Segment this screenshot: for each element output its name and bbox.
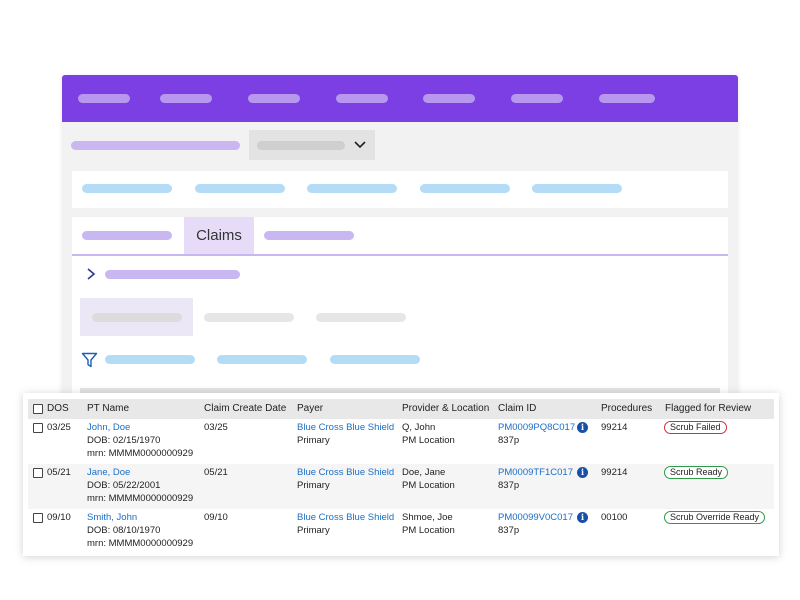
header-flagged-for-review[interactable]: Flagged for Review <box>665 399 751 419</box>
patient-name-link[interactable]: Jane, Doe <box>87 466 130 479</box>
payer-link[interactable]: Blue Cross Blue Shield <box>297 511 394 524</box>
filter-placeholder[interactable] <box>307 184 397 193</box>
payer-type: Primary <box>297 525 330 536</box>
patient-dob: DOB: 08/10/1970 <box>87 525 161 536</box>
tab-underline <box>72 254 728 256</box>
provider-name: Q, John <box>402 422 436 433</box>
filter-chip-placeholder[interactable] <box>217 355 307 364</box>
claim-create-date: 09/10 <box>204 512 228 523</box>
select-all-checkbox[interactable] <box>33 404 43 414</box>
table-row[interactable]: 05/21 Jane, Doe DOB: 05/22/2001 mrn: MMM… <box>28 464 774 509</box>
section-title-placeholder <box>105 270 240 279</box>
tab-claims-label: Claims <box>196 227 242 244</box>
filter-placeholder[interactable] <box>420 184 510 193</box>
payer-link[interactable]: Blue Cross Blue Shield <box>297 421 394 434</box>
tab-claims[interactable]: Claims <box>184 217 254 255</box>
filter-placeholder[interactable] <box>532 184 622 193</box>
selected-option[interactable] <box>80 298 193 336</box>
app-window: Claims <box>62 75 738 405</box>
option-placeholder[interactable] <box>316 313 406 322</box>
claim-id-link[interactable]: PM00099V0C017 <box>498 511 573 524</box>
nav-item-placeholder[interactable] <box>599 94 655 103</box>
provider-location: PM Location <box>402 435 455 446</box>
tab-placeholder[interactable] <box>82 231 172 240</box>
patient-dob: DOB: 02/15/1970 <box>87 435 161 446</box>
selected-option-placeholder <box>92 313 182 322</box>
provider-name: Shmoe, Joe <box>402 512 453 523</box>
table-row[interactable]: 03/25 John, Doe DOB: 02/15/1970 mrn: MMM… <box>28 419 774 464</box>
row-checkbox[interactable] <box>33 423 43 433</box>
filter-placeholder[interactable] <box>195 184 285 193</box>
dropdown-select[interactable] <box>249 130 375 160</box>
status-badge: Scrub Ready <box>664 466 729 479</box>
payer-type: Primary <box>297 480 330 491</box>
procedure-code: 99214 <box>601 467 628 478</box>
header-dos[interactable]: DOS <box>47 399 69 419</box>
nav-item-placeholder[interactable] <box>423 94 475 103</box>
provider-name: Doe, Jane <box>402 467 446 478</box>
payer-type: Primary <box>297 435 330 446</box>
provider-location: PM Location <box>402 525 455 536</box>
dropdown-value-placeholder <box>257 141 345 150</box>
header-procedures[interactable]: Procedures <box>601 399 652 419</box>
header-claim-create-date[interactable]: Claim Create Date <box>204 399 286 419</box>
claim-type: 837p <box>498 480 520 491</box>
patient-mrn: mrn: MMMM0000000929 <box>87 538 194 549</box>
filter-bar <box>72 171 728 208</box>
info-icon[interactable]: i <box>577 467 588 478</box>
nav-item-placeholder[interactable] <box>160 94 212 103</box>
procedure-code: 99214 <box>601 422 628 433</box>
chevron-right-icon[interactable] <box>85 267 97 281</box>
top-navigation <box>62 75 738 122</box>
row-checkbox[interactable] <box>33 513 43 523</box>
filter-placeholder[interactable] <box>82 184 172 193</box>
row-checkbox[interactable] <box>33 468 43 478</box>
nav-item-placeholder[interactable] <box>511 94 563 103</box>
chevron-down-icon <box>354 141 366 149</box>
nav-item-placeholder[interactable] <box>78 94 130 103</box>
procedure-code: 00100 <box>601 512 628 523</box>
claim-id-link[interactable]: PM0009PQ8C017 <box>498 421 575 434</box>
patient-dob: DOB: 05/22/2001 <box>87 480 161 491</box>
claim-type: 837p <box>498 525 520 536</box>
table-row[interactable]: 09/10 Smith, John DOB: 08/10/1970 mrn: M… <box>28 509 774 554</box>
filter-chip-placeholder[interactable] <box>105 355 195 364</box>
status-badge: Scrub Failed <box>664 421 727 434</box>
header-claim-id[interactable]: Claim ID <box>498 399 536 419</box>
filter-icon[interactable] <box>81 352 98 368</box>
header-pt-name[interactable]: PT Name <box>87 399 129 419</box>
claim-id-link[interactable]: PM0009TF1C017 <box>498 466 573 479</box>
dos-value: 03/25 <box>47 422 71 433</box>
page-title-placeholder <box>71 141 240 150</box>
claim-create-date: 05/21 <box>204 467 228 478</box>
patient-name-link[interactable]: John, Doe <box>87 421 130 434</box>
filter-chip-placeholder[interactable] <box>330 355 420 364</box>
provider-location: PM Location <box>402 480 455 491</box>
info-icon[interactable]: i <box>577 422 588 433</box>
tab-placeholder[interactable] <box>264 231 354 240</box>
claim-type: 837p <box>498 435 520 446</box>
dos-value: 09/10 <box>47 512 71 523</box>
header-provider-location[interactable]: Provider & Location <box>402 399 489 419</box>
nav-item-placeholder[interactable] <box>336 94 388 103</box>
option-placeholder[interactable] <box>204 313 294 322</box>
header-payer[interactable]: Payer <box>297 399 323 419</box>
patient-mrn: mrn: MMMM0000000929 <box>87 448 194 459</box>
payer-link[interactable]: Blue Cross Blue Shield <box>297 466 394 479</box>
table-header: DOS PT Name Claim Create Date Payer Prov… <box>28 399 774 419</box>
nav-item-placeholder[interactable] <box>248 94 300 103</box>
patient-mrn: mrn: MMMM0000000929 <box>87 493 194 504</box>
status-badge: Scrub Override Ready <box>664 511 766 524</box>
dos-value: 05/21 <box>47 467 71 478</box>
claims-table-card: DOS PT Name Claim Create Date Payer Prov… <box>23 393 779 556</box>
patient-name-link[interactable]: Smith, John <box>87 511 137 524</box>
info-icon[interactable]: i <box>577 512 588 523</box>
claim-create-date: 03/25 <box>204 422 228 433</box>
